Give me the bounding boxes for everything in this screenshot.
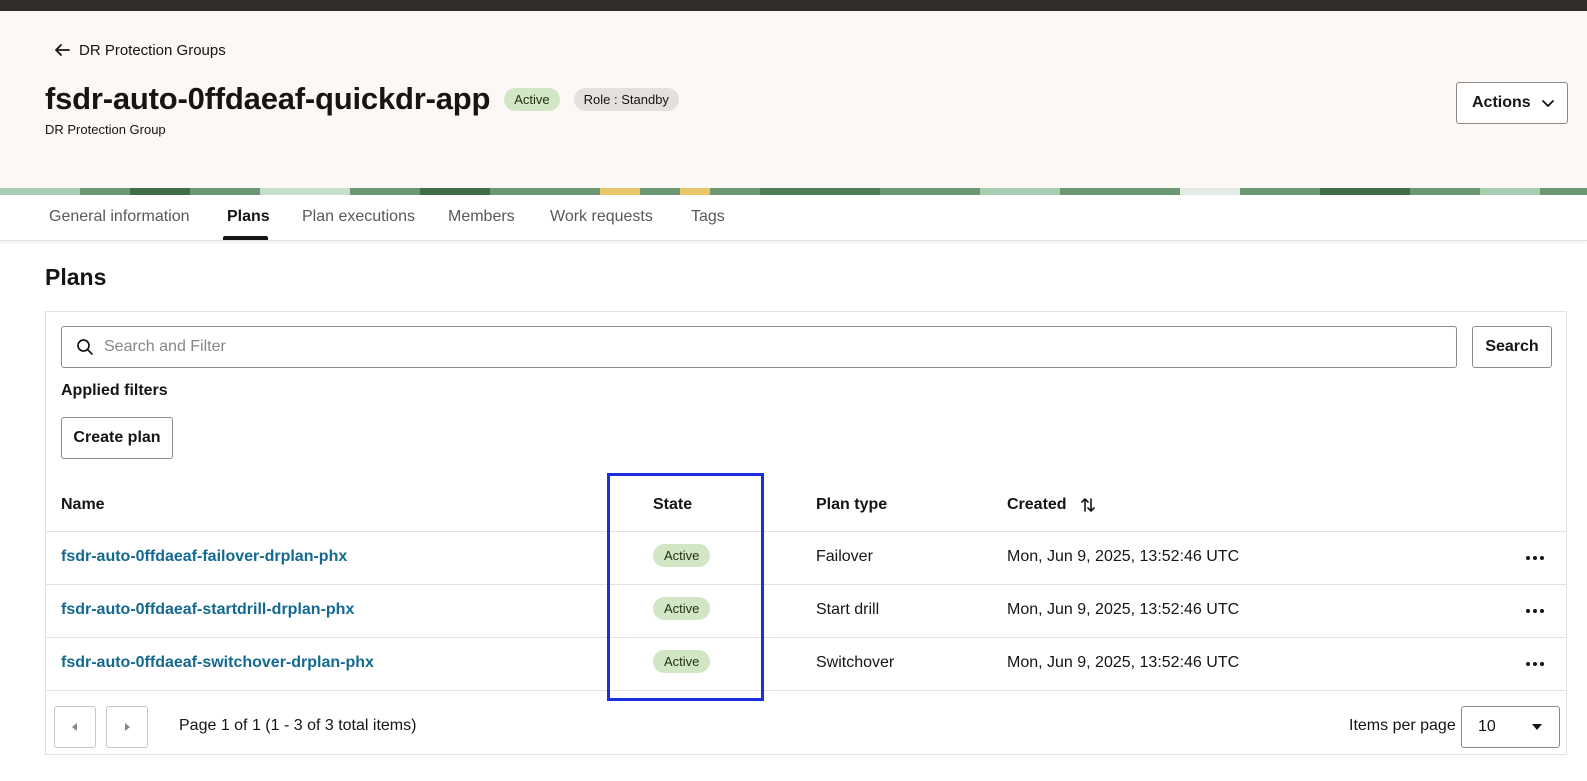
search-box [61,326,1457,368]
search-button[interactable]: Search [1472,326,1552,368]
row-actions-button[interactable] [1523,652,1547,676]
state-badge: Active [653,597,711,620]
items-per-page-label: Items per page [1349,717,1456,734]
tab-bar: General information Plans Plan execution… [0,195,1587,241]
pagination-bar: Page 1 of 1 (1 - 3 of 3 total items) Ite… [46,695,1566,755]
tab-tags[interactable]: Tags [691,208,725,226]
column-header-name-label: Name [61,496,105,513]
table-header: Name State Plan type Created [46,475,1566,532]
title-row: fsdr-auto-0ffdaeaf-quickdr-app Active Ro… [45,81,679,117]
actions-button[interactable]: Actions [1456,82,1568,124]
tab-plan-executions[interactable]: Plan executions [302,208,415,226]
table-row: fsdr-auto-0ffdaeaf-switchover-drplan-phx… [46,638,1566,691]
column-header-state[interactable]: State [653,496,692,514]
tab-work-requests[interactable]: Work requests [550,208,653,226]
arrow-left-icon [55,44,70,56]
row-actions-button[interactable] [1523,546,1547,570]
plan-name-link[interactable]: fsdr-auto-0ffdaeaf-startdrill-drplan-phx [61,601,354,619]
tab-general-information[interactable]: General information [49,208,190,226]
kebab-menu-icon [1526,609,1544,613]
plan-type-cell: Start drill [816,601,880,618]
state-badge: Active [653,544,711,567]
page-title: fsdr-auto-0ffdaeaf-quickdr-app [45,81,491,116]
role-badge: Role : Standby [573,87,679,111]
table-row: fsdr-auto-0ffdaeaf-failover-drplan-phx A… [46,532,1566,585]
page-header: DR Protection Groups fsdr-auto-0ffdaeaf-… [0,11,1587,188]
search-input[interactable] [104,338,1404,356]
active-tab-indicator [223,236,268,240]
chevron-down-icon [1542,100,1554,107]
plans-panel: Search Applied filters Create plan Name … [45,311,1567,755]
actions-button-label: Actions [1472,94,1531,111]
page-subtitle: DR Protection Group [45,122,166,137]
column-header-name[interactable]: Name [61,496,105,514]
created-cell: Mon, Jun 9, 2025, 13:52:46 UTC [1007,601,1240,618]
plan-name-link[interactable]: fsdr-auto-0ffdaeaf-failover-drplan-phx [61,548,347,566]
created-cell: Mon, Jun 9, 2025, 13:52:46 UTC [1007,548,1240,565]
kebab-menu-icon [1526,556,1544,560]
section-title: Plans [45,264,107,290]
back-link[interactable]: DR Protection Groups [53,41,226,59]
caret-down-icon [1532,724,1542,730]
plan-type-cell: Failover [816,548,873,565]
plan-name-link[interactable]: fsdr-auto-0ffdaeaf-switchover-drplan-phx [61,654,374,672]
column-header-state-label: State [653,496,693,513]
created-cell: Mon, Jun 9, 2025, 13:52:46 UTC [1007,654,1240,671]
previous-page-button[interactable] [54,706,96,748]
decorative-banner [0,188,1587,195]
items-per-page-select[interactable]: 10 [1461,706,1560,748]
column-header-plan-type[interactable]: Plan type [816,496,887,514]
column-header-created-label: Created [1007,496,1067,513]
applied-filters-label: Applied filters [61,382,168,399]
caret-left-icon [72,723,77,731]
caret-right-icon [125,723,130,731]
column-header-created[interactable]: Created [1007,496,1097,514]
column-header-plan-type-label: Plan type [816,496,888,513]
tab-plans[interactable]: Plans [227,208,270,226]
top-bar [0,0,1587,11]
kebab-menu-icon [1526,662,1544,666]
create-plan-button[interactable]: Create plan [61,417,173,459]
row-actions-button[interactable] [1523,599,1547,623]
next-page-button[interactable] [106,706,148,748]
status-badge: Active [504,87,560,111]
items-per-page-value: 10 [1478,718,1496,735]
state-badge: Active [653,650,711,673]
plan-type-cell: Switchover [816,654,895,671]
search-icon [77,339,93,355]
sort-icon[interactable] [1079,496,1097,514]
table-row: fsdr-auto-0ffdaeaf-startdrill-drplan-phx… [46,585,1566,638]
back-link-label: DR Protection Groups [79,41,226,59]
page-info: Page 1 of 1 (1 - 3 of 3 total items) [179,717,417,734]
tab-members[interactable]: Members [448,208,515,226]
